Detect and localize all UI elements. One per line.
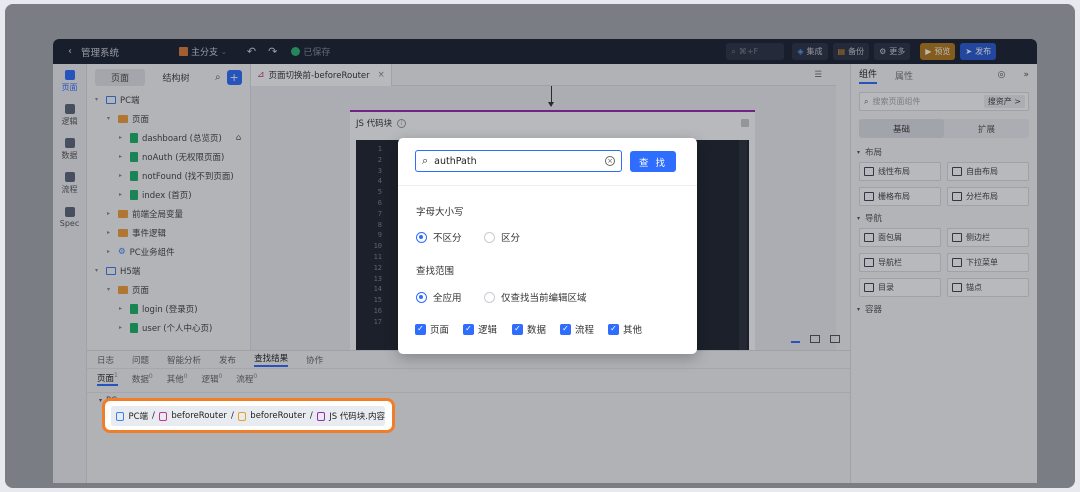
radio-scope-all-label: 全应用	[433, 293, 462, 304]
route-icon	[158, 411, 168, 421]
radio-icon	[484, 291, 495, 303]
path-segment: beforeRouter	[250, 411, 306, 421]
checkbox-other-label: 其他	[623, 325, 643, 336]
radio-icon	[416, 291, 427, 303]
checkbox-data-label: 数据	[527, 325, 547, 336]
find-input-value: authPath	[434, 155, 477, 167]
checkbox-data[interactable]: ✓ 数据	[512, 322, 546, 336]
check-icon: ✓	[608, 323, 619, 335]
checkbox-page-label: 页面	[430, 325, 450, 336]
find-button[interactable]: 查 找	[630, 151, 676, 172]
scope-label: 查找范围	[416, 266, 455, 277]
search-result-item[interactable]: PC端 / beforeRouter / beforeRouter / JS 代码块.内容	[111, 406, 385, 426]
search-icon: ⌕	[422, 154, 429, 167]
radio-case-sensitive-label: 区分	[501, 233, 521, 244]
path-segment: beforeRouter	[171, 411, 227, 421]
path-separator: /	[152, 411, 155, 421]
radio-case-insensitive-label: 不区分	[433, 233, 462, 244]
checkbox-flow[interactable]: ✓ 流程	[560, 322, 594, 336]
find-input[interactable]: ⌕ authPath ×	[415, 150, 622, 172]
checkbox-logic[interactable]: ✓ 逻辑	[463, 322, 497, 336]
checkbox-page[interactable]: ✓ 页面	[415, 322, 449, 336]
search-result-highlight: PC端 / beforeRouter / beforeRouter / JS 代码块.内容	[102, 398, 395, 433]
code-icon	[316, 411, 326, 421]
checkbox-flow-label: 流程	[575, 325, 595, 336]
route-icon	[237, 411, 247, 421]
divider	[398, 185, 697, 186]
radio-case-sensitive[interactable]: 区分	[484, 230, 520, 244]
find-dialog: ⌕ authPath × 查 找 字母大小写 不区分 区分 查找范围 全应用 仅…	[398, 138, 697, 354]
radio-case-insensitive[interactable]: 不区分	[416, 230, 462, 244]
radio-scope-current[interactable]: 仅查找当前编辑区域	[484, 290, 587, 304]
path-segment: JS 代码块.内容	[329, 412, 385, 422]
radio-icon	[484, 231, 495, 243]
radio-scope-all[interactable]: 全应用	[416, 290, 462, 304]
path-separator: /	[309, 411, 313, 421]
clear-icon[interactable]: ×	[605, 156, 615, 166]
check-icon: ✓	[463, 323, 474, 335]
check-icon: ✓	[512, 323, 523, 335]
radio-icon	[416, 231, 427, 243]
radio-scope-current-label: 仅查找当前编辑区域	[501, 293, 587, 304]
check-icon: ✓	[560, 323, 571, 335]
path-segment: PC端	[128, 412, 149, 422]
checkbox-logic-label: 逻辑	[478, 325, 498, 336]
case-label: 字母大小写	[416, 207, 464, 218]
check-icon: ✓	[415, 323, 426, 335]
monitor-icon	[116, 411, 125, 421]
checkbox-other[interactable]: ✓ 其他	[608, 322, 642, 336]
path-separator: /	[230, 411, 234, 421]
